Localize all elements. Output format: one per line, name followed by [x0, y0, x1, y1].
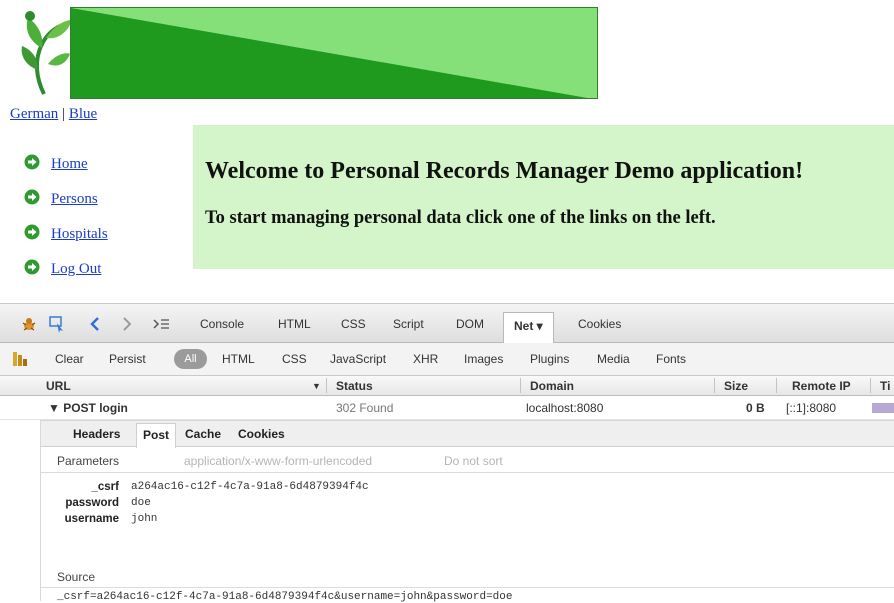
net-panel-icon — [13, 352, 27, 366]
nav-link-persons[interactable]: Persons — [51, 191, 98, 208]
request-detail: Headers Post Cache Cookies Parameters ap… — [40, 420, 894, 603]
main-nav: Home Persons Hospitals Log Out — [24, 153, 108, 293]
tab-css[interactable]: CSS — [341, 317, 366, 331]
back-icon[interactable] — [86, 315, 104, 333]
column-status[interactable]: Status — [336, 379, 373, 393]
nav-item-hospitals[interactable]: Hospitals — [24, 223, 108, 258]
column-domain[interactable]: Domain — [530, 379, 574, 393]
arrow-right-icon — [24, 259, 40, 275]
filter-images[interactable]: Images — [464, 352, 503, 366]
firebug-icon[interactable] — [20, 315, 38, 333]
param-row: _csrf a264ac16-c12f-4c7a-91a8-6d4879394f… — [41, 481, 641, 497]
arrow-right-icon — [24, 154, 40, 170]
params-label: Parameters — [57, 454, 120, 468]
tab-html[interactable]: HTML — [278, 317, 311, 331]
params-sort-toggle[interactable]: Do not sort — [444, 454, 503, 468]
filter-css[interactable]: CSS — [282, 352, 307, 366]
tab-script[interactable]: Script — [393, 317, 424, 331]
filter-javascript[interactable]: JavaScript — [330, 352, 386, 366]
request-domain: localhost:8080 — [526, 401, 604, 415]
forward-icon[interactable] — [118, 315, 136, 333]
nav-item-logout[interactable]: Log Out — [24, 258, 108, 293]
command-line-icon[interactable] — [152, 315, 170, 333]
net-columns-header: URL ▼ Status Domain Size Remote IP Ti — [0, 376, 894, 396]
devtools-panel: Console HTML CSS Script DOM Net ▾ Cookie… — [0, 303, 894, 603]
column-divider — [326, 378, 327, 393]
param-key: username — [64, 513, 119, 525]
params-encoding: application/x-www-form-urlencoded — [184, 454, 373, 468]
source-header: Source — [41, 566, 894, 588]
param-value: a264ac16-c12f-4c7a-91a8-6d4879394f4c — [131, 481, 369, 493]
detail-tabs: Headers Post Cache Cookies — [41, 421, 894, 448]
tab-cookies[interactable]: Cookies — [578, 317, 621, 331]
lang-link-german[interactable]: German — [10, 106, 58, 122]
nav-link-hospitals[interactable]: Hospitals — [51, 226, 108, 243]
nav-item-persons[interactable]: Persons — [24, 188, 108, 223]
source-label: Source — [57, 570, 96, 584]
inspect-icon[interactable] — [48, 315, 66, 333]
language-switcher: German | Blue — [10, 106, 97, 123]
devtools-toolbar: Console HTML CSS Script DOM Net ▾ Cookie… — [0, 303, 894, 344]
arrow-right-icon — [24, 224, 40, 240]
param-key: _csrf — [91, 481, 120, 493]
filter-all[interactable]: All — [174, 349, 207, 369]
column-divider — [870, 378, 871, 393]
column-divider — [776, 378, 777, 393]
nav-link-home[interactable]: Home — [51, 156, 88, 173]
request-row[interactable]: ▼ POST login 302 Found localhost:8080 0 … — [0, 396, 894, 420]
arrow-right-icon — [24, 189, 40, 205]
welcome-subtitle: To start managing personal data click on… — [205, 208, 716, 228]
tab-dom[interactable]: DOM — [456, 317, 484, 331]
filter-html[interactable]: HTML — [222, 352, 255, 366]
request-url[interactable]: ▼ POST login — [48, 401, 128, 415]
detail-tab-cache[interactable]: Cache — [185, 427, 221, 441]
param-row: username john — [41, 513, 641, 529]
filter-fonts[interactable]: Fonts — [656, 352, 686, 366]
lang-link-blue[interactable]: Blue — [69, 106, 97, 122]
detail-tab-headers[interactable]: Headers — [73, 427, 120, 441]
filter-clear[interactable]: Clear — [55, 352, 84, 366]
nav-link-logout[interactable]: Log Out — [51, 261, 101, 278]
app-logo — [16, 8, 72, 96]
param-key: password — [65, 497, 119, 509]
detail-tab-cookies[interactable]: Cookies — [238, 427, 285, 441]
tab-net[interactable]: Net ▾ — [503, 312, 554, 344]
header-banner — [70, 7, 598, 99]
column-size[interactable]: Size — [724, 379, 748, 393]
timeline-bar — [872, 403, 894, 413]
column-divider — [520, 378, 521, 393]
welcome-panel: Welcome to Personal Records Manager Demo… — [193, 125, 894, 269]
param-value: john — [131, 513, 158, 525]
detail-tab-post[interactable]: Post — [136, 423, 177, 448]
welcome-title: Welcome to Personal Records Manager Demo… — [205, 158, 804, 184]
filter-xhr[interactable]: XHR — [413, 352, 438, 366]
column-divider — [714, 378, 715, 393]
column-url[interactable]: URL — [46, 379, 71, 393]
column-remote-ip[interactable]: Remote IP — [792, 379, 851, 393]
request-remote-ip: [::1]:8080 — [786, 401, 837, 415]
params-header: Parameters application/x-www-form-urlenc… — [41, 447, 894, 473]
source-value: _csrf=a264ac16-c12f-4c7a-91a8-6d4879394f… — [57, 591, 513, 603]
request-status: 302 Found — [336, 401, 394, 415]
param-row: password doe — [41, 497, 641, 513]
request-size: 0 B — [746, 401, 765, 415]
net-filter-bar: Clear Persist All HTML CSS JavaScript XH… — [0, 343, 894, 376]
column-timeline[interactable]: Ti — [880, 379, 890, 393]
tab-console[interactable]: Console — [200, 317, 244, 331]
lang-separator: | — [62, 106, 66, 122]
nav-item-home[interactable]: Home — [24, 153, 108, 188]
param-value: doe — [131, 497, 151, 509]
filter-media[interactable]: Media — [597, 352, 630, 366]
filter-persist[interactable]: Persist — [109, 352, 146, 366]
column-url-menu-icon[interactable]: ▼ — [312, 381, 321, 391]
filter-plugins[interactable]: Plugins — [530, 352, 569, 366]
